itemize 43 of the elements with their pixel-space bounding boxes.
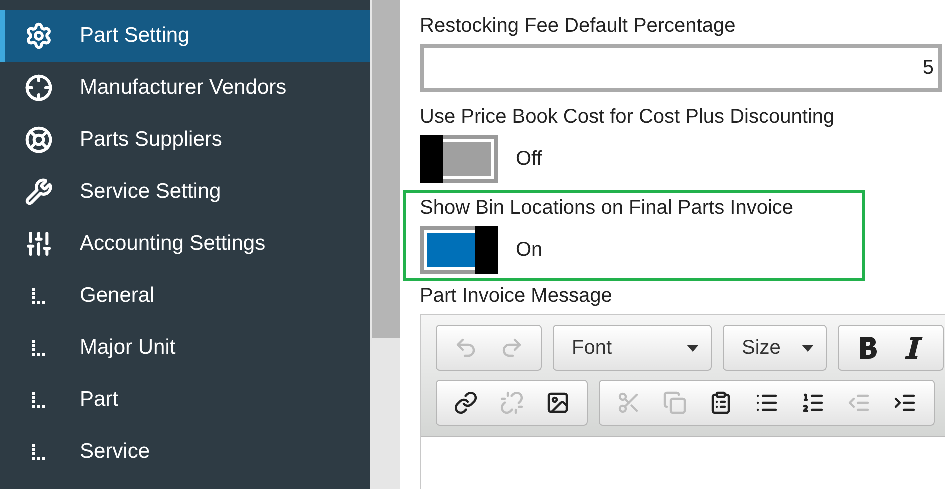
tree-dots-icon bbox=[32, 288, 45, 304]
unlink-icon bbox=[500, 391, 524, 415]
copy-icon bbox=[663, 391, 687, 415]
sidebar-item[interactable]: Major Unit bbox=[0, 322, 370, 374]
scrollbar-thumb[interactable] bbox=[372, 0, 400, 338]
italic-icon bbox=[902, 335, 926, 361]
crosshair-icon bbox=[24, 74, 52, 102]
scissors-icon bbox=[617, 391, 641, 415]
tree-dots-icon bbox=[32, 444, 45, 460]
sidebar-item[interactable]: Part bbox=[0, 374, 370, 426]
wrench-icon bbox=[24, 178, 52, 206]
caret-icon bbox=[802, 344, 814, 352]
editor-label: Part Invoice Message bbox=[420, 285, 614, 308]
dropdown-button[interactable]: Size bbox=[730, 328, 820, 368]
redo-icon bbox=[500, 336, 524, 360]
scrollbar-track[interactable] bbox=[370, 0, 400, 489]
caret-icon bbox=[687, 344, 699, 352]
sidebar-item[interactable]: Parts Suppliers bbox=[0, 114, 370, 166]
toggle-switch[interactable] bbox=[420, 135, 498, 183]
image-icon bbox=[546, 391, 570, 415]
sidebar-item[interactable]: Service bbox=[0, 426, 370, 478]
sidebar-item[interactable]: Accounting Settings bbox=[0, 218, 370, 270]
undo-icon bbox=[454, 336, 478, 360]
tree-dots-icon bbox=[32, 340, 45, 356]
setting-label: Show Bin Locations on Final Parts Invoice bbox=[420, 197, 795, 220]
sidebar-item[interactable]: Service Setting bbox=[0, 166, 370, 218]
paste-icon bbox=[709, 391, 733, 415]
toggle-state-text: On bbox=[516, 238, 543, 262]
toggle-state-text: Off bbox=[516, 148, 542, 170]
toggle-switch[interactable] bbox=[420, 226, 498, 274]
setting-label: Restocking Fee Default Percentage bbox=[420, 15, 737, 38]
setting-label: Use Price Book Cost for Cost Plus Discounting bbox=[420, 106, 836, 129]
lifebuoy-icon bbox=[24, 126, 52, 154]
numbered-list-icon bbox=[801, 391, 825, 415]
percentage-input[interactable]: 5 bbox=[420, 44, 942, 92]
gear-icon bbox=[24, 22, 52, 50]
dropdown-button[interactable]: Font bbox=[560, 328, 705, 368]
tree-dots-icon bbox=[32, 392, 45, 408]
sidebar-item[interactable]: Manufacturer Vendors bbox=[0, 62, 370, 114]
sliders-icon bbox=[24, 230, 52, 258]
link-icon bbox=[454, 391, 478, 415]
sidebar-item[interactable]: Part Setting bbox=[0, 10, 370, 62]
sidebar-item[interactable]: General bbox=[0, 270, 370, 322]
